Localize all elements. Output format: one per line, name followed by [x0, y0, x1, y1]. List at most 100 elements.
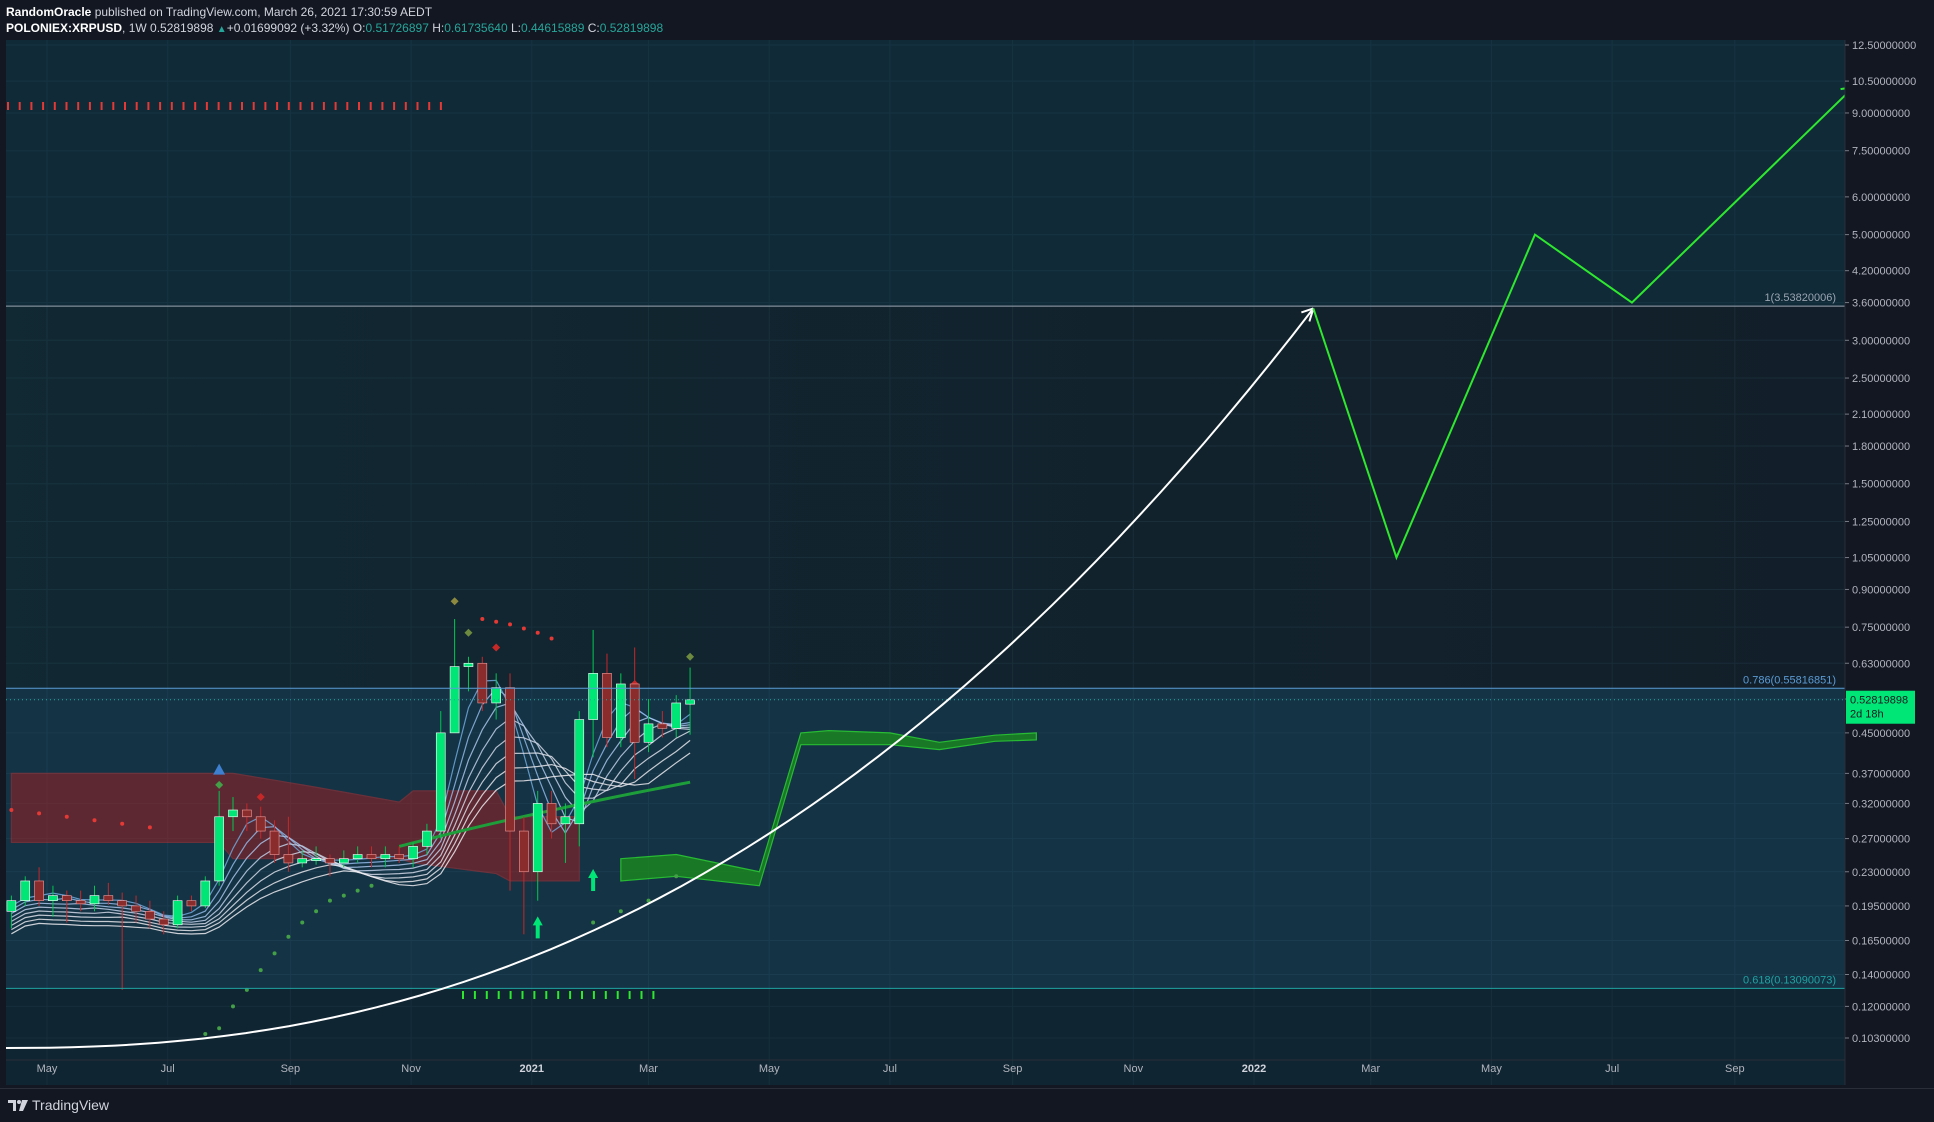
- price-axis-label: 0.14000000: [1852, 969, 1910, 981]
- candle-body: [519, 830, 529, 873]
- candle-body: [89, 895, 100, 905]
- price-axis-label: 1.05000000: [1852, 553, 1910, 565]
- sar-dot: [258, 968, 263, 973]
- sar-dot: [37, 811, 42, 816]
- candle-body: [422, 830, 432, 847]
- price-axis-label: 0.16500000: [1852, 935, 1910, 947]
- candle-body: [34, 880, 44, 901]
- sar-dot: [217, 1026, 222, 1031]
- candle: [200, 876, 211, 909]
- candle-body: [546, 803, 557, 825]
- time-axis-label: May: [1481, 1063, 1502, 1075]
- sar-dot: [591, 920, 596, 925]
- price-axis-label: 4.20000000: [1852, 266, 1910, 278]
- time-axis-label: Nov: [401, 1063, 421, 1075]
- candle: [477, 656, 488, 712]
- footer: TradingView: [0, 1088, 1934, 1122]
- candle-body: [435, 732, 446, 832]
- price-axis-label: 1.25000000: [1852, 516, 1910, 528]
- sar-dot: [300, 920, 305, 925]
- sar-dot: [494, 619, 499, 624]
- candle-body: [61, 895, 72, 901]
- sar-dot: [327, 898, 332, 903]
- candle-body: [228, 809, 238, 818]
- price-axis-label: 6.00000000: [1852, 192, 1910, 204]
- tradingview-logo[interactable]: TradingView: [8, 1097, 109, 1113]
- chart-canvas[interactable]: 1(3.53820006) 0.786(0.55816851) 0.618(0.13…: [0, 0, 1934, 1121]
- price-axis-label: 2.50000000: [1852, 373, 1910, 385]
- price-axis-label: 10.50000000: [1852, 76, 1916, 88]
- candle-body: [408, 846, 418, 859]
- time-axis-label: Jul: [883, 1063, 897, 1075]
- time-axis-label: Jul: [1605, 1063, 1619, 1075]
- sar-dot: [314, 909, 319, 914]
- brand-name: TradingView: [32, 1097, 110, 1113]
- candle-body: [560, 816, 571, 825]
- candle-body: [48, 895, 58, 901]
- candle-body: [242, 809, 252, 818]
- candle-body: [145, 910, 155, 920]
- candle-body: [463, 662, 474, 667]
- tradingview-logo-icon: [8, 1100, 28, 1111]
- time-axis-label: Jul: [161, 1063, 175, 1075]
- sar-dot: [286, 934, 291, 939]
- fib-level-label: 0.618(0.13090073): [1743, 974, 1836, 986]
- price-axis-label: 7.50000000: [1852, 146, 1910, 158]
- candle-body: [532, 803, 543, 873]
- price-axis-label: 9.00000000: [1852, 108, 1910, 120]
- candle-body: [505, 687, 515, 832]
- sar-dot: [369, 883, 374, 888]
- price-axis-label: 0.63000000: [1852, 658, 1910, 670]
- price-axis-label: 0.23000000: [1852, 867, 1910, 879]
- candle-body: [380, 854, 391, 859]
- price-axis-label: 0.32000000: [1852, 798, 1910, 810]
- sar-dot: [272, 951, 277, 956]
- sar-dot: [230, 1004, 235, 1009]
- candle-body: [602, 673, 612, 738]
- candle-body: [366, 854, 377, 859]
- sar-dot: [480, 617, 485, 622]
- candle-body: [200, 880, 211, 907]
- last-price-tag-value: 0.52819898: [1850, 695, 1908, 707]
- price-axis-label: 12.50000000: [1852, 40, 1916, 52]
- sar-dot: [618, 909, 623, 914]
- candle-body: [643, 723, 654, 743]
- time-axis-label: 2022: [1242, 1063, 1266, 1075]
- candle-body: [158, 918, 169, 926]
- sar-dot: [147, 825, 152, 830]
- time-axis-label: Mar: [1361, 1063, 1380, 1075]
- sar-dot: [203, 1032, 208, 1037]
- candle-body: [352, 854, 363, 859]
- candle-body: [671, 702, 682, 729]
- candle-body: [325, 858, 335, 864]
- price-axis-label: 0.10300000: [1852, 1033, 1910, 1045]
- zone-fib1-786: [6, 306, 1845, 689]
- price-axis-label: 0.19500000: [1852, 901, 1910, 913]
- price-axis-label: 0.27000000: [1852, 834, 1910, 846]
- fib-zones: [6, 40, 1845, 1085]
- price-axis-label: 0.37000000: [1852, 768, 1910, 780]
- price-axis-label: 1.50000000: [1852, 479, 1910, 491]
- time-axis-label: Sep: [1725, 1063, 1745, 1075]
- sar-dot: [9, 807, 14, 812]
- candle-body: [6, 900, 17, 912]
- candle-body: [117, 900, 127, 907]
- candle-body: [311, 858, 321, 861]
- price-axis-label: 5.00000000: [1852, 230, 1910, 242]
- candle-body: [616, 683, 626, 738]
- fib-level-label: 0.786(0.55816851): [1743, 674, 1836, 686]
- time-axis-label: 2021: [520, 1063, 544, 1075]
- candle-body: [255, 816, 266, 832]
- sar-dot: [355, 888, 360, 893]
- fib-level-label: 1(3.53820006): [1764, 292, 1836, 304]
- price-axis-label: 0.90000000: [1852, 584, 1910, 596]
- sar-dot: [549, 636, 554, 641]
- price-axis-label: 0.75000000: [1852, 622, 1910, 634]
- price-axis-label: 3.00000000: [1852, 335, 1910, 347]
- candle-body: [186, 900, 197, 907]
- candle-body: [394, 854, 405, 859]
- candle-body: [297, 858, 308, 864]
- candle-body: [20, 880, 31, 901]
- sar-dot: [508, 622, 513, 627]
- price-axis-label: 0.45000000: [1852, 728, 1910, 740]
